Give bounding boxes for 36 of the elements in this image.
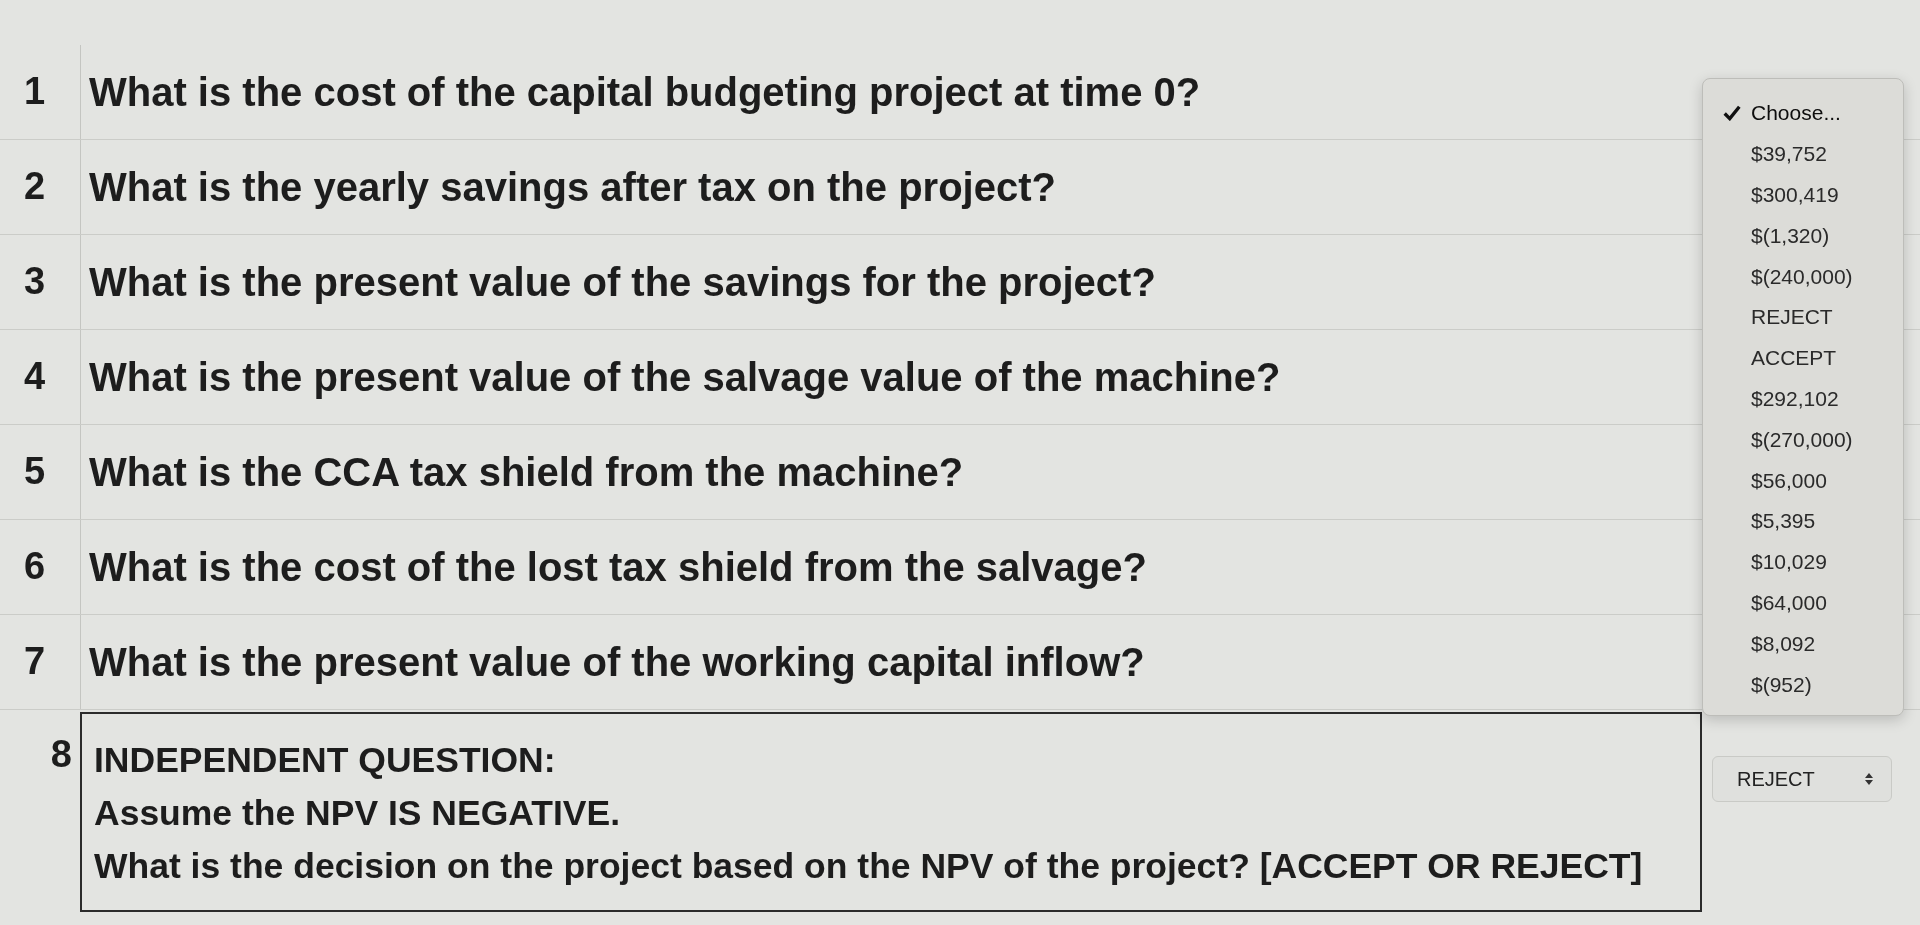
- dropdown-option[interactable]: $300,419: [1703, 174, 1903, 216]
- question-number: 4: [24, 356, 46, 398]
- question-text: What is the present value of the salvage value of the machine?: [89, 354, 1281, 400]
- answer-select[interactable]: REJECT: [1712, 756, 1892, 802]
- question-text: What is the yearly savings after tax on the project?: [89, 164, 1056, 210]
- question-text: What is the cost of the capital budgeting project at time 0?: [89, 69, 1201, 115]
- dropdown-option[interactable]: $56,000: [1703, 460, 1903, 501]
- question-number: 3: [24, 261, 46, 303]
- question-text: What is the CCA tax shield from the machine?: [89, 449, 964, 495]
- dropdown-option[interactable]: $64,000: [1703, 582, 1903, 624]
- question-text: Assume the NPV IS NEGATIVE.: [94, 792, 622, 835]
- dropdown-option[interactable]: $8,092: [1703, 623, 1903, 665]
- question-number: 8: [50, 734, 72, 776]
- dropdown-option[interactable]: REJECT: [1703, 297, 1903, 338]
- dropdown-option[interactable]: $(952): [1703, 664, 1903, 705]
- question-number: 5: [24, 451, 46, 493]
- dropdown-option[interactable]: $292,102: [1703, 378, 1903, 420]
- question-number: 7: [24, 641, 46, 683]
- checkmark-icon: [1723, 105, 1741, 122]
- question-number: 1: [24, 71, 46, 113]
- dropdown-option[interactable]: ACCEPT: [1703, 337, 1903, 379]
- question-text: What is the decision on the project based on the NPV of the project? [ACCEPT OR REJECT]: [94, 845, 1644, 888]
- dropdown-option[interactable]: $10,029: [1703, 541, 1903, 583]
- dropdown-option[interactable]: $5,395: [1703, 500, 1903, 542]
- dropdown-option[interactable]: $(270,000): [1703, 419, 1903, 461]
- question-number: 6: [24, 546, 46, 588]
- dropdown-option[interactable]: $(240,000): [1703, 256, 1903, 297]
- up-down-arrows-icon: [1865, 773, 1873, 785]
- question-text: What is the present value of the working capital inflow?: [89, 639, 1145, 685]
- dropdown-option[interactable]: Choose...: [1703, 93, 1903, 134]
- question-text: What is the cost of the lost tax shield from the salvage?: [89, 544, 1147, 590]
- dropdown-option[interactable]: $39,752: [1703, 133, 1903, 175]
- question-number: 2: [24, 166, 46, 208]
- question-text: What is the present value of the savings for the project?: [89, 259, 1156, 305]
- question-text: INDEPENDENT QUESTION:: [94, 739, 557, 782]
- dropdown-option[interactable]: $(1,320): [1703, 215, 1903, 257]
